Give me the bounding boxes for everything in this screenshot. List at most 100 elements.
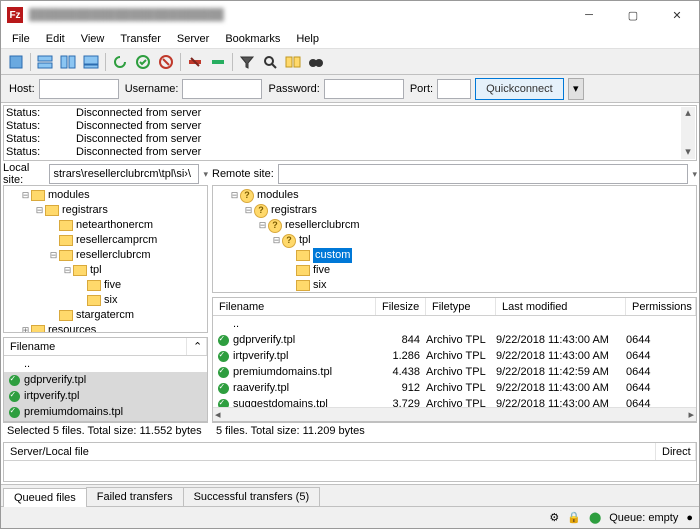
filter-icon[interactable] [236,51,258,73]
menu-file[interactable]: File [5,31,37,47]
message-log[interactable]: Status:Disconnected from serverStatus:Di… [3,105,697,161]
refresh-icon[interactable] [109,51,131,73]
remote-file-list[interactable]: ..gdprverify.tpl844Archivo TPL9/22/2018 … [213,316,696,407]
tab-queuedfiles[interactable]: Queued files [3,488,87,507]
scrollbar[interactable]: ◂▸ [213,407,696,421]
process-queue-icon[interactable] [132,51,154,73]
window-title: █████████████████████████ [29,9,567,21]
tree-node[interactable]: netearthonercm [6,218,205,233]
password-input[interactable] [324,79,404,99]
tree-node[interactable]: ⊟?modules [215,188,694,203]
chevron-down-icon[interactable]: ▾ [692,169,697,180]
tab-failedtransfers[interactable]: Failed transfers [86,487,184,506]
column-server-local[interactable]: Server/Local file [4,443,656,460]
tree-node[interactable]: six [215,278,694,293]
list-item[interactable]: gdprverify.tpl [4,372,207,388]
tree-node[interactable]: ⊟modules [6,188,205,203]
column-lastmodified[interactable]: Last modified [496,298,626,315]
log-label: Status: [6,120,76,133]
remote-tree[interactable]: ⊟?modules⊟?registrars⊟?resellerclubrcm⊟?… [213,186,696,293]
queue-menu-icon[interactable]: ● [686,512,693,524]
host-input[interactable] [39,79,119,99]
menu-edit[interactable]: Edit [39,31,72,47]
log-msg: Disconnected from server [76,120,201,133]
column-filename[interactable]: Filename [213,298,376,315]
log-msg: Disconnected from server [76,107,201,120]
remote-path-input[interactable] [278,164,689,184]
transfer-queue[interactable]: Server/Local file Direct [3,442,697,482]
host-label: Host: [9,83,35,95]
local-path-input[interactable] [49,164,199,184]
tree-node[interactable]: ⊟?registrars [215,203,694,218]
username-label: Username: [125,83,179,95]
toggle-log-icon[interactable] [34,51,56,73]
tree-node[interactable]: ⊟?tpl [215,233,694,248]
toggle-tree-icon[interactable] [57,51,79,73]
menu-transfer[interactable]: Transfer [113,31,168,47]
compare-icon[interactable] [282,51,304,73]
local-file-list[interactable]: ..gdprverify.tplirtpverify.tplpremiumdom… [4,356,207,421]
tree-node[interactable]: ⊞resources [6,323,205,333]
log-label: Status: [6,107,76,120]
menu-bookmarks[interactable]: Bookmarks [218,31,287,47]
tree-node[interactable]: ⊟registrars [6,203,205,218]
binoculars-icon[interactable] [305,51,327,73]
column-filename[interactable]: Filename [4,338,187,355]
menu-help[interactable]: Help [289,31,326,47]
tree-node[interactable]: ⊟tpl [6,263,205,278]
tree-node[interactable]: resellercamprcm [6,233,205,248]
list-item[interactable]: premiumdomains.tpl4.438Archivo TPL9/22/2… [213,364,696,380]
gear-icon[interactable]: ⚙ [549,511,559,524]
column-direction[interactable]: Direct [656,443,696,460]
tab-successfultransfers[interactable]: Successful transfers (5) [183,487,321,506]
tree-node[interactable]: six [6,293,205,308]
remote-status: 5 files. Total size: 11.209 bytes [212,422,697,440]
list-item[interactable]: gdprverify.tpl844Archivo TPL9/22/2018 11… [213,332,696,348]
cancel-icon[interactable] [155,51,177,73]
list-item[interactable]: irtpverify.tpl [4,388,207,404]
close-button[interactable]: ✕ [655,1,699,29]
list-item[interactable]: irtpverify.tpl1.286Archivo TPL9/22/2018 … [213,348,696,364]
list-item[interactable]: premiumdomains.tpl [4,404,207,420]
list-item[interactable]: raaverify.tpl [4,420,207,421]
quickconnect-bar: Host: Username: Password: Port: Quickcon… [1,75,699,103]
minimize-button[interactable]: ─ [567,1,611,29]
quickconnect-button[interactable]: Quickconnect [475,78,564,100]
lock-icon[interactable]: 🔒 [567,511,581,524]
log-label: Status: [6,133,76,146]
chevron-down-icon[interactable]: ▾ [203,169,208,180]
port-input[interactable] [437,79,471,99]
column-filesize[interactable]: Filesize [376,298,426,315]
tree-node[interactable]: ⊟resellerclubrcm [6,248,205,263]
list-item[interactable]: raaverify.tpl912Archivo TPL9/22/2018 11:… [213,380,696,396]
tree-node[interactable]: custom [215,248,694,263]
tree-node[interactable]: stargatercm [6,308,205,323]
list-item[interactable]: .. [213,316,696,332]
maximize-button[interactable]: ▢ [611,1,655,29]
sitemanager-icon[interactable] [5,51,27,73]
menu-server[interactable]: Server [170,31,216,47]
disconnect-icon[interactable] [184,51,206,73]
list-item[interactable]: .. [4,356,207,372]
search-icon[interactable] [259,51,281,73]
password-label: Password: [268,83,319,95]
queue-tabs: Queued filesFailed transfersSuccessful t… [1,484,699,506]
scrollbar[interactable]: ▴▾ [681,107,695,159]
menu-view[interactable]: View [74,31,112,47]
reconnect-icon[interactable] [207,51,229,73]
username-input[interactable] [182,79,262,99]
local-tree[interactable]: ⊟modules⊟registrarsnetearthonercmreselle… [4,186,207,333]
column-permissions[interactable]: Permissions [626,298,696,315]
toggle-queue-icon[interactable] [80,51,102,73]
local-site-label: Local site: [3,162,45,186]
queue-indicator-icon: ⬤ [589,511,601,524]
tree-node[interactable]: five [215,263,694,278]
queue-status: Queue: empty [609,512,678,524]
menubar: FileEditViewTransferServerBookmarksHelp [1,29,699,49]
tree-node[interactable]: ⊟?resellerclubrcm [215,218,694,233]
app-icon: Fz [7,7,23,23]
quickconnect-dropdown[interactable]: ▾ [568,78,584,100]
column-filetype[interactable]: Filetype [426,298,496,315]
tree-node[interactable]: five [6,278,205,293]
list-item[interactable]: suggestdomains.tpl3.729Archivo TPL9/22/2… [213,396,696,407]
